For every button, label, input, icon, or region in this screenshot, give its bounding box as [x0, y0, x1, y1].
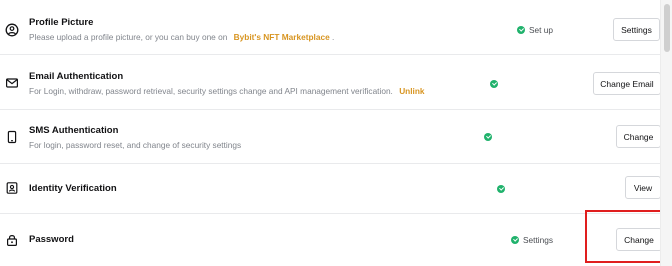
- password-status-label: Settings: [523, 235, 553, 245]
- identity-verification-row: Identity Verification View: [0, 164, 661, 213]
- email-authentication-title: Email Authentication: [29, 71, 124, 82]
- identity-view-button[interactable]: View: [625, 176, 661, 199]
- email-unlink-link[interactable]: Unlink: [399, 86, 424, 96]
- check-circle-icon: [517, 26, 525, 34]
- email-authentication-status: [490, 78, 498, 90]
- profile-picture-description-text: Please upload a profile picture, or you …: [29, 32, 228, 42]
- email-authentication-row: Email Authentication For Login, withdraw…: [0, 55, 661, 109]
- sms-authentication-row: SMS Authentication For login, password r…: [0, 110, 661, 163]
- check-circle-icon: [484, 133, 492, 141]
- sms-authentication-title: SMS Authentication: [29, 125, 119, 136]
- password-row: Password Settings Change: [0, 214, 662, 266]
- email-authentication-description: For Login, withdraw, password retrieval,…: [29, 86, 425, 96]
- profile-picture-description-suffix: .: [332, 32, 335, 42]
- profile-picture-status-label: Set up: [529, 25, 553, 35]
- profile-picture-settings-button[interactable]: Settings: [613, 18, 660, 41]
- password-title: Password: [29, 234, 74, 245]
- profile-picture-title: Profile Picture: [29, 17, 94, 28]
- identity-verification-status: [497, 183, 505, 195]
- check-circle-icon: [497, 185, 505, 193]
- mail-icon: [5, 76, 19, 90]
- check-circle-icon: [490, 80, 498, 88]
- profile-picture-row: Profile Picture Please upload a profile …: [0, 0, 660, 53]
- check-circle-icon: [511, 236, 519, 244]
- change-sms-button[interactable]: Change: [616, 125, 661, 148]
- avatar-icon: [5, 23, 19, 37]
- profile-picture-description: Please upload a profile picture, or you …: [29, 32, 334, 42]
- identity-verification-title: Identity Verification: [29, 183, 117, 194]
- password-status: Settings: [511, 234, 553, 246]
- profile-picture-status: Set up: [517, 24, 553, 36]
- email-authentication-description-text: For Login, withdraw, password retrieval,…: [29, 86, 393, 96]
- sms-authentication-status: [484, 131, 492, 143]
- sms-authentication-description: For login, password reset, and change of…: [29, 140, 242, 150]
- lock-icon: [5, 233, 19, 247]
- id-card-icon: [5, 181, 19, 195]
- security-settings-list: Profile Picture Please upload a profile …: [0, 0, 662, 266]
- phone-icon: [5, 130, 19, 144]
- scrollbar[interactable]: [660, 0, 672, 266]
- nft-marketplace-link[interactable]: Bybit's NFT Marketplace: [234, 32, 330, 42]
- change-email-button[interactable]: Change Email: [593, 72, 661, 95]
- highlight-box: [585, 210, 670, 263]
- scrollbar-thumb[interactable]: [664, 4, 670, 52]
